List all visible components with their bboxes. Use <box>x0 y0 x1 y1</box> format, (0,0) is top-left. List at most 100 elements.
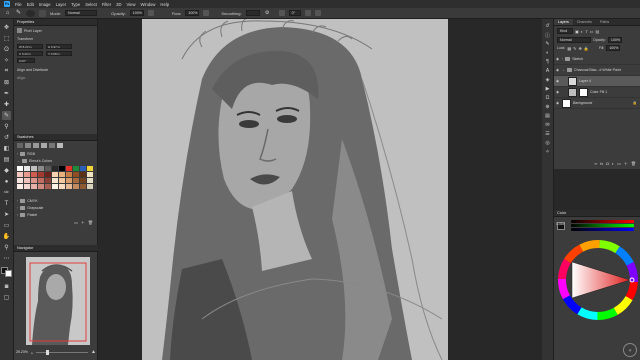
recent-swatch[interactable] <box>17 143 23 148</box>
swatch-group-rgb[interactable]: › RGB <box>14 150 97 157</box>
x-field[interactable]: X 0.23 in <box>17 51 43 56</box>
color-swatch[interactable] <box>31 166 37 171</box>
lock-pixels-icon[interactable]: ▦ <box>567 46 571 51</box>
swatch-group-elenas-colors[interactable]: ⌄ Elena's Colors <box>14 157 97 164</box>
blur-tool-icon[interactable]: ◆ <box>2 166 11 175</box>
filter-pixel-icon[interactable]: ▣ <box>575 29 579 34</box>
pen-tool-icon[interactable]: ✑ <box>2 188 11 197</box>
color-swatch[interactable] <box>66 166 72 171</box>
menu-type[interactable]: Type <box>71 2 80 7</box>
color-swatch[interactable] <box>66 184 72 189</box>
glyphs-icon[interactable]: Ω <box>545 95 551 101</box>
tab-channels[interactable]: Channels <box>573 19 596 25</box>
document-canvas[interactable] <box>142 19 448 360</box>
blend-mode-dropdown[interactable]: Normal <box>557 37 591 43</box>
recent-swatch[interactable] <box>49 143 55 148</box>
new-layer-icon[interactable]: ＋ <box>624 161 628 167</box>
layer-row-color-fill[interactable]: ◉ Color Fill 1 <box>554 87 640 98</box>
styles-icon[interactable]: ◈ <box>545 77 551 83</box>
color-swatch[interactable] <box>45 184 51 189</box>
color-swatch[interactable] <box>59 184 65 189</box>
color-swatch[interactable] <box>52 166 58 171</box>
color-swatch[interactable] <box>24 178 30 183</box>
color-swatch[interactable] <box>66 178 72 183</box>
color-swatch[interactable] <box>52 184 58 189</box>
color-swatch[interactable] <box>38 166 44 171</box>
hand-tool-icon[interactable]: ✋ <box>2 232 11 241</box>
notes-icon[interactable]: ✉ <box>545 122 551 128</box>
history-icon[interactable]: ↺ <box>545 23 551 29</box>
color-swatch[interactable] <box>73 178 79 183</box>
color-swatch[interactable] <box>52 172 58 177</box>
lock-paint-icon[interactable]: ✎ <box>573 46 576 51</box>
layer-style-icon[interactable]: fx <box>600 161 603 167</box>
color-swatch[interactable] <box>73 184 79 189</box>
color-swatch[interactable] <box>80 172 86 177</box>
adjustment-layer-icon[interactable]: ◐ <box>612 161 614 167</box>
add-mask-icon[interactable]: ◘ <box>606 161 608 167</box>
brush-tool-preset-icon[interactable]: ✎ <box>15 10 22 17</box>
channels-icon[interactable]: ◎ <box>545 140 551 146</box>
adjustments-icon[interactable]: ◐ <box>545 50 551 56</box>
zoom-slider-handle[interactable] <box>45 349 49 355</box>
paths-icon[interactable]: ✧ <box>545 149 551 155</box>
dodge-tool-icon[interactable]: ● <box>2 177 11 186</box>
eraser-tool-icon[interactable]: ◧ <box>2 144 11 153</box>
color-swatch[interactable] <box>73 172 79 177</box>
filter-adjust-icon[interactable]: ◐ <box>581 29 583 34</box>
layer-kind-filter[interactable]: Kind <box>557 28 573 34</box>
color-swatch[interactable] <box>17 184 23 189</box>
layer-row-layer4[interactable]: ◉ Layer 4 <box>554 76 640 87</box>
marquee-tool-icon[interactable]: ⬚ <box>2 34 11 43</box>
menu-view[interactable]: View <box>127 2 136 7</box>
visibility-eye-icon[interactable]: ◉ <box>556 79 560 83</box>
color-swatch[interactable] <box>87 184 93 189</box>
airbrush-icon[interactable] <box>203 10 210 16</box>
path-select-tool-icon[interactable]: ➤ <box>2 210 11 219</box>
angle-field[interactable]: 0.00° <box>17 58 35 63</box>
green-slider[interactable] <box>571 224 634 227</box>
color-swatch[interactable] <box>31 178 37 183</box>
recent-swatch[interactable] <box>25 143 31 148</box>
color-swatch[interactable] <box>80 184 86 189</box>
visibility-eye-icon[interactable]: ◉ <box>556 90 560 94</box>
layer-row-charcoal[interactable]: ◉ ⌄ Charcoal Blac...d White Paint <box>554 65 640 76</box>
timeline-icon[interactable]: ▤ <box>545 113 551 119</box>
brush-tool-icon[interactable]: ✎ <box>2 111 11 120</box>
color-swatch[interactable] <box>17 178 23 183</box>
filter-smart-icon[interactable]: ▤ <box>595 29 599 34</box>
menu-image[interactable]: Image <box>39 2 51 7</box>
color-swatch[interactable] <box>31 172 37 177</box>
quick-select-tool-icon[interactable]: ✧ <box>2 56 11 65</box>
paragraph-icon[interactable]: ¶ <box>545 59 551 65</box>
smoothing-field[interactable] <box>245 10 260 16</box>
zoom-tool-icon[interactable]: ⚲ <box>2 243 11 252</box>
recent-swatch[interactable] <box>41 143 47 148</box>
chevron-down-icon[interactable]: ⌄ <box>562 68 565 72</box>
color-swatches[interactable] <box>1 267 12 277</box>
menu-file[interactable]: File <box>15 2 22 7</box>
tab-paths[interactable]: Paths <box>596 19 613 25</box>
color-swatch[interactable] <box>45 178 51 183</box>
filter-type-icon[interactable]: T <box>585 29 587 34</box>
filter-shape-icon[interactable]: ▭ <box>590 29 594 34</box>
menu-window[interactable]: Window <box>141 2 156 7</box>
opacity-field[interactable]: 100% <box>129 10 144 16</box>
color-swatch[interactable] <box>45 166 51 171</box>
menu-help[interactable]: Help <box>160 2 169 7</box>
history-brush-tool-icon[interactable]: ↺ <box>2 133 11 142</box>
color-swatch[interactable] <box>66 172 72 177</box>
color-wheel[interactable] <box>558 240 638 320</box>
eyedropper-tool-icon[interactable]: ✒ <box>2 89 11 98</box>
chevron-right-icon[interactable]: › <box>562 57 563 61</box>
recent-swatch[interactable] <box>57 143 63 148</box>
lock-all-icon[interactable]: 🔒 <box>584 46 589 51</box>
swatch-group-grayscale[interactable]: › Grayscale <box>14 204 97 211</box>
clone-source-icon[interactable]: ⊕ <box>545 104 551 110</box>
recent-swatch[interactable] <box>33 143 39 148</box>
red-slider[interactable] <box>571 220 634 223</box>
link-layers-icon[interactable]: ∞ <box>594 161 597 167</box>
blue-slider[interactable] <box>571 228 634 231</box>
lasso-tool-icon[interactable]: ʘ <box>2 45 11 54</box>
frame-tool-icon[interactable]: ⊠ <box>2 78 11 87</box>
